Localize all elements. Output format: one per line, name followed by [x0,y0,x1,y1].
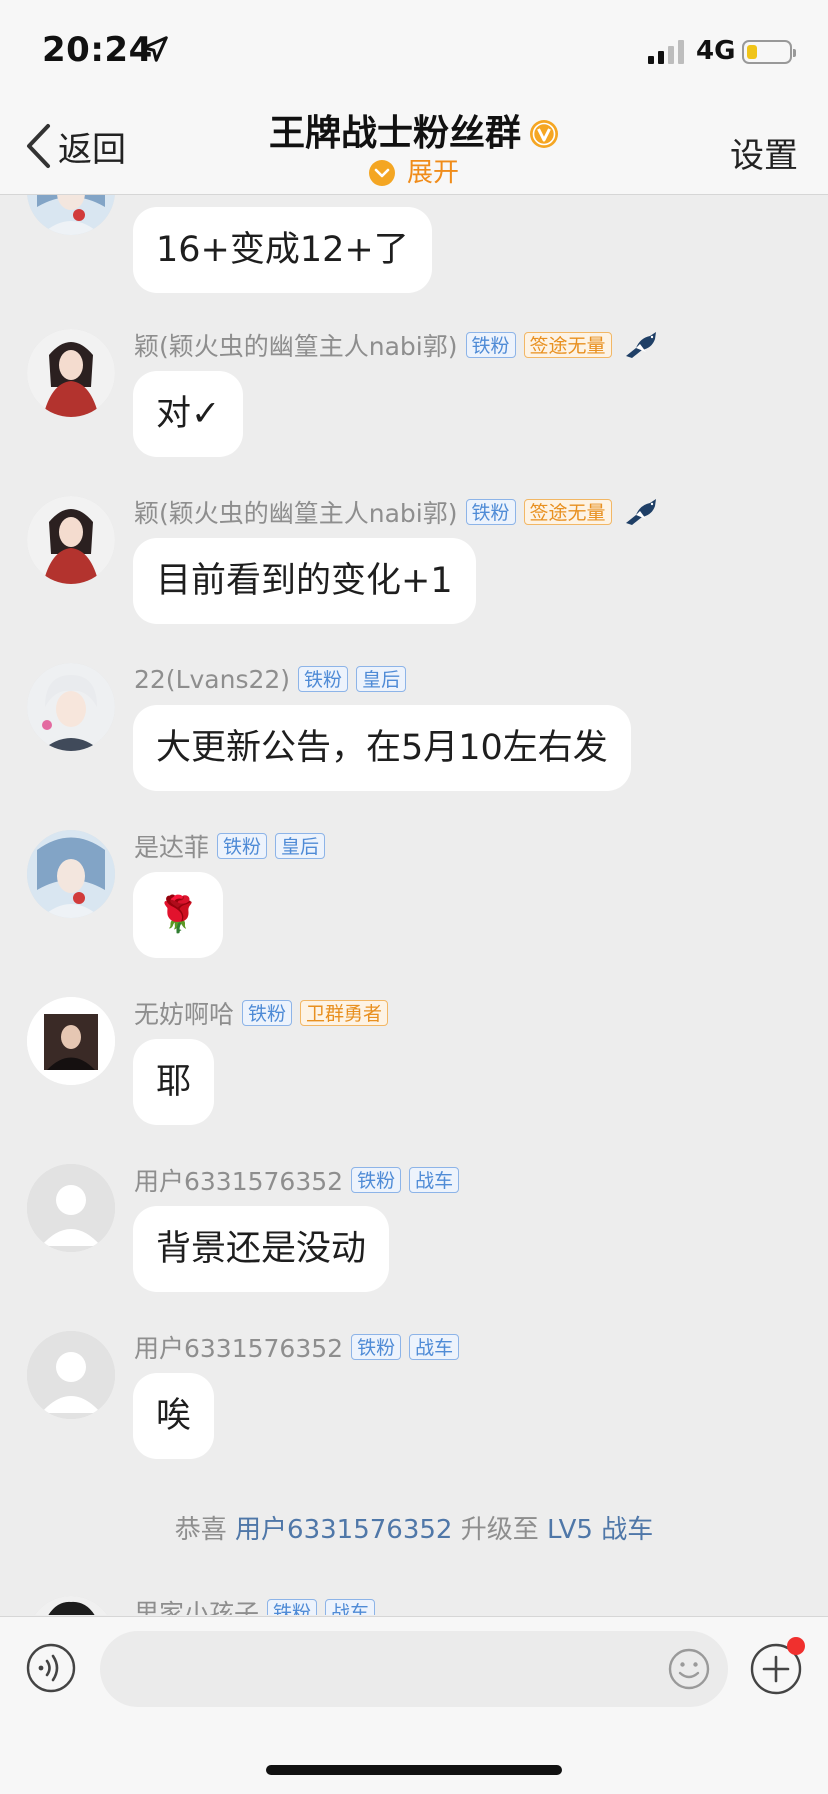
avatar[interactable] [27,997,115,1085]
sender-name[interactable]: 颖(颖火虫的幽篁主人nabi郭) [134,494,458,530]
avatar[interactable] [27,1331,115,1419]
avatar[interactable] [27,830,115,918]
sender-row: 颖(颖火虫的幽篁主人nabi郭) 铁粉 签途无量 [134,329,662,361]
fan-badge: 铁粉 [465,499,516,525]
title-badge: 签途无量 [523,499,612,525]
top-bar: 20:24 4G 返回 王牌战士粉丝群 展开 设置 [0,0,828,195]
fan-badge: 铁粉 [465,332,516,358]
input-bar [0,1616,828,1794]
avatar[interactable] [27,195,115,235]
fan-badge: 铁粉 [351,1334,402,1360]
title-badge: 战车 [325,1599,376,1615]
emoji-icon[interactable] [668,1648,710,1690]
page-title: 王牌战士粉丝群 [0,104,828,156]
sender-name[interactable]: 22(Lvans22) [134,665,290,694]
message-bubble[interactable]: 16+变成12+了 [133,207,432,293]
location-arrow-icon [142,36,168,62]
magpie-icon [625,332,656,358]
sender-name[interactable]: 用户6331576352 [134,1162,343,1198]
fan-badge: 铁粉 [267,1599,318,1615]
system-middle: 升级至 [460,1515,539,1545]
message-input[interactable] [100,1631,728,1707]
magpie-icon [625,499,656,525]
voice-icon[interactable] [26,1643,76,1693]
fan-badge: 铁粉 [217,833,268,859]
expand-label: 展开 [406,158,459,188]
group-title-text: 王牌战士粉丝群 [268,113,521,154]
notification-dot [787,1637,805,1655]
sender-name[interactable]: 里家小孩子 [134,1594,259,1615]
system-prefix: 恭喜 [174,1515,227,1545]
title-badge: 皇后 [356,666,407,692]
message-bubble[interactable]: 🌹 [133,872,223,958]
sender-name[interactable]: 颖(颖火虫的幽篁主人nabi郭) [134,327,458,363]
home-indicator [266,1765,562,1775]
fan-badge: 铁粉 [351,1167,402,1193]
title-badge: 战车 [409,1167,460,1193]
settings-button[interactable]: 设置 [730,128,798,177]
system-user-link[interactable]: 用户6331576352 [235,1515,452,1545]
battery-icon [742,40,796,64]
avatar[interactable] [27,496,115,584]
avatar[interactable] [27,663,115,751]
battery-fill [747,45,757,59]
sender-name[interactable]: 用户6331576352 [134,1329,343,1365]
sender-row: 颖(颖火虫的幽篁主人nabi郭) 铁粉 签途无量 [134,496,662,528]
fan-badge: 铁粉 [242,1000,293,1026]
sender-name[interactable]: 无妨啊哈 [134,995,234,1031]
title-badge: 签途无量 [523,332,612,358]
expand-button[interactable]: 展开 [0,152,828,189]
message-bubble[interactable]: 背景还是没动 [133,1206,390,1292]
chat-message-list[interactable]: 16+变成12+了 颖(颖火虫的幽篁主人nabi郭) 铁粉 签途无量 对✓ 颖(… [0,195,828,1615]
sender-name[interactable]: 是达菲 [134,828,209,864]
sender-row: 用户6331576352 铁粉 战车 [134,1329,460,1365]
title-badge: 卫群勇者 [300,1000,389,1026]
fan-badge: 铁粉 [298,666,349,692]
sender-row: 无妨啊哈 铁粉 卫群勇者 [134,995,389,1031]
vip-v-icon [530,120,558,148]
sender-row: 是达菲 铁粉 皇后 [134,828,326,864]
network-type: 4G [696,36,736,66]
sender-row: 22(Lvans22) 铁粉 皇后 [134,663,407,695]
message-bubble[interactable]: 目前看到的变化+1 [133,538,476,624]
message-bubble[interactable]: 大更新公告，在5月10左右发 [133,705,631,791]
status-time: 20:24 [42,30,153,70]
title-badge: 皇后 [275,833,326,859]
system-notice: 恭喜 用户6331576352 升级至 LV5 战车 [0,1509,828,1546]
system-level: LV5 战车 [547,1515,654,1545]
signal-icon [648,40,684,64]
sender-row: 里家小孩子 铁粉 战车 [134,1594,376,1615]
message-bubble[interactable]: 对✓ [133,371,244,457]
message-bubble[interactable]: 耶 [133,1039,215,1125]
avatar[interactable] [27,1164,115,1252]
avatar[interactable] [27,1596,115,1615]
title-badge: 战车 [409,1334,460,1360]
avatar[interactable] [27,329,115,417]
chevron-down-icon [368,160,395,186]
sender-row: 用户6331576352 铁粉 战车 [134,1162,460,1198]
message-bubble[interactable]: 唉 [133,1373,215,1459]
